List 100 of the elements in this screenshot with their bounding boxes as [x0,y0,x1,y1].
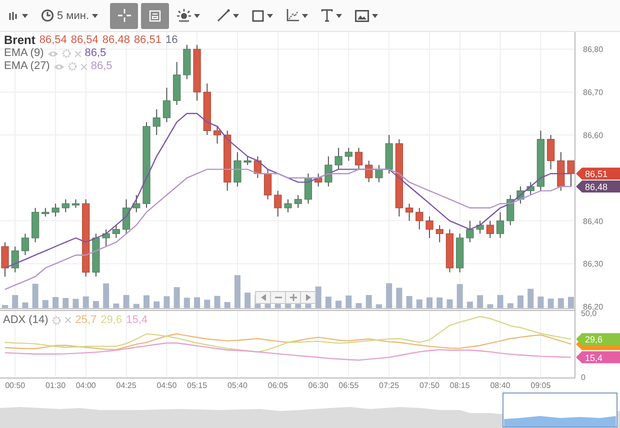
candlestick [446,228,454,273]
scroll-right-button[interactable] [300,291,316,304]
candlestick [466,220,474,243]
candlestick [162,87,171,123]
candlestick [476,220,484,234]
candlestick [42,207,50,217]
time-axis-label: 05:40 [227,381,248,390]
time-axis-label: 04:00 [76,381,96,390]
indicator-value: 86,5 [90,60,112,73]
time-axis-label: 04:50 [156,381,177,390]
candlestick [304,173,312,204]
candlestick [416,207,424,230]
time-axis-label: 07:50 [419,381,440,390]
candlestick [506,194,514,226]
scroll-left-button[interactable] [255,291,271,304]
candlestick [183,44,191,80]
candlestick [284,198,292,213]
price-value: 86,54 [70,34,98,47]
candlestick [173,62,181,106]
candlestick [11,246,19,273]
candlestick [426,216,434,238]
candlestick [72,198,80,208]
candlestick [496,212,504,238]
candlestick [546,134,555,170]
candlestick [344,147,352,162]
candlestick [486,220,494,238]
zoom-out-button[interactable] [270,291,286,304]
candlestick [516,186,524,204]
candlestick [375,164,383,183]
clock-icon [41,9,54,22]
value-tag: 15,4 [576,351,620,364]
candlestick [102,228,110,248]
time-axis-label: 09:05 [530,381,551,390]
candlestick [294,194,302,208]
candlestick [314,173,322,187]
crosshair-button[interactable] [110,2,138,28]
settings-icon[interactable] [52,316,62,324]
candlestick [334,147,342,170]
candlestick [32,207,40,243]
indicator-value: 25,7 [75,314,97,326]
candlestick [234,152,242,187]
time-axis-label: 08:40 [490,381,510,390]
value-tag: 29,6 [576,333,620,346]
navigator-window[interactable] [502,392,618,428]
close-icon[interactable] [74,50,81,56]
price-tag: 86,51 [576,168,620,180]
candlestick [62,198,70,213]
time-axis-label: 06:55 [338,381,359,390]
candlestick [1,242,9,278]
candlestick [203,82,211,136]
crosshair-icon [118,9,131,22]
instrument-name: Brent [4,34,36,47]
candlestick [112,224,120,238]
time-axis-label: 05:15 [187,381,208,390]
price-axis-label: 86,60 [583,130,604,140]
price-axis-label: 86,80 [583,45,604,54]
candlestick [224,130,232,192]
zoom-in-button[interactable] [285,291,301,304]
sun-icon [177,9,192,22]
right-arrow-icon [306,294,310,301]
eye-icon[interactable] [48,50,58,56]
indicator-value: 15,4 [126,314,148,326]
price-value: 86,51 [134,34,162,47]
close-icon[interactable] [65,317,72,323]
candlestick [254,156,262,178]
volume-value: 16 [165,34,178,47]
candlestick [436,224,444,243]
line-tool-icon [217,9,230,22]
price-value: 86,48 [102,34,130,47]
candlestick [264,168,272,200]
eye-icon[interactable] [54,64,64,70]
candlestick [557,152,565,192]
interval-button[interactable]: 5 мин. [36,2,104,28]
time-axis-label: 08:15 [450,381,470,390]
rectangle-tool-icon [252,10,264,22]
time-axis-label: 06:05 [268,381,288,390]
close-icon[interactable] [80,64,87,70]
candlestick [132,194,140,213]
indicator-value: 86,5 [84,47,106,60]
candlestick [21,233,30,256]
candlestick [92,233,100,278]
time-axis-label: 01:30 [46,381,66,390]
indicator-value: 29,6 [100,314,122,326]
candlestick [274,190,282,217]
candlestick [354,147,363,170]
time-axis-label: 00:50 [5,381,26,390]
candlestick [213,126,222,144]
candlestick [526,182,534,196]
candlestick [324,156,332,187]
left-arrow-icon [260,294,266,301]
plus-icon [290,294,296,301]
image-icon [355,10,370,22]
frame-button[interactable] [141,2,170,28]
price-axis-label: 86,40 [583,216,604,226]
candlestick [405,203,414,222]
text-tool-icon [321,9,334,22]
price-value: 86,54 [39,34,67,47]
candlestick [385,134,393,174]
time-axis-label: 06:30 [308,381,328,390]
time-axis-label: 07:25 [379,381,400,390]
